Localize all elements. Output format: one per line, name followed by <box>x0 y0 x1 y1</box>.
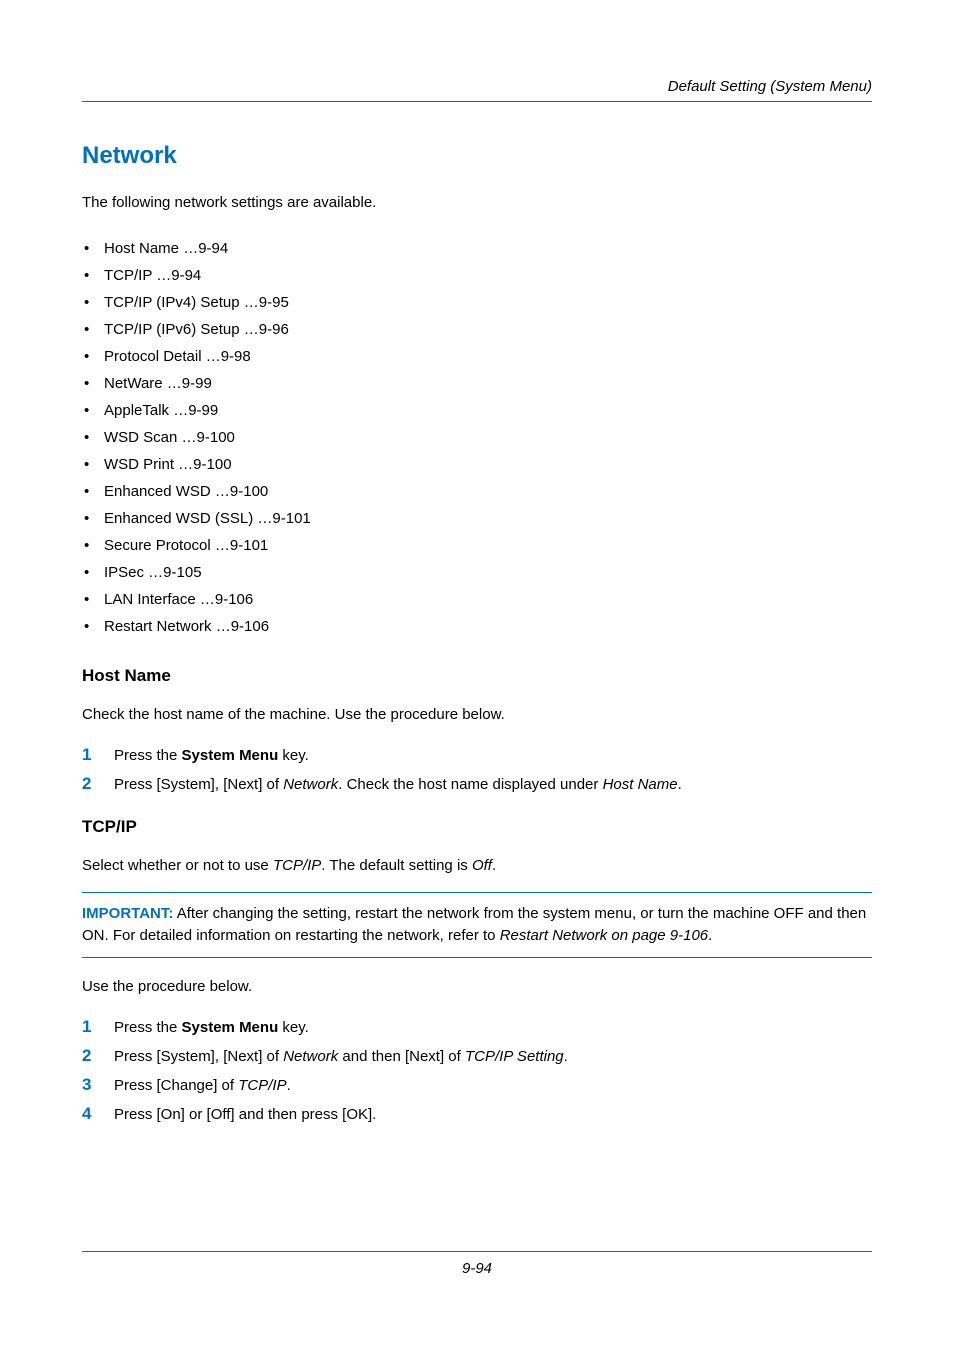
step-text-italic: Network <box>283 1048 338 1065</box>
step-item: 1 Press the System Menu key. <box>82 741 872 770</box>
list-item: IPSec …9-105 <box>82 559 872 586</box>
step-item: 2 Press [System], [Next] of Network. Che… <box>82 770 872 799</box>
list-item: Enhanced WSD (SSL) …9-101 <box>82 505 872 532</box>
step-text-bold: System Menu <box>182 1019 279 1036</box>
subheading-tcpip: TCP/IP <box>82 817 872 837</box>
step-number: 3 <box>82 1073 91 1097</box>
list-item: TCP/IP (IPv4) Setup …9-95 <box>82 289 872 316</box>
subheading-host-name: Host Name <box>82 666 872 686</box>
step-text: Press [Change] of <box>114 1077 238 1094</box>
list-item: WSD Print …9-100 <box>82 451 872 478</box>
step-text: Press the <box>114 747 182 764</box>
page-title: Network <box>82 142 872 170</box>
step-number: 2 <box>82 772 91 796</box>
host-name-steps: 1 Press the System Menu key. 2 Press [Sy… <box>82 741 872 799</box>
note-text: After changing the setting, restart the … <box>82 905 866 944</box>
step-text: Press the <box>114 1019 182 1036</box>
list-item: WSD Scan …9-100 <box>82 424 872 451</box>
step-text-bold: System Menu <box>182 747 279 764</box>
step-text: . <box>287 1077 291 1094</box>
footer-divider <box>82 1251 872 1252</box>
page-footer: 9-94 <box>82 1251 872 1278</box>
step-text: Press [System], [Next] of <box>114 776 283 793</box>
list-item: Secure Protocol …9-101 <box>82 532 872 559</box>
step-text: Press [System], [Next] of <box>114 1048 283 1065</box>
step-text: and then [Next] of <box>338 1048 465 1065</box>
running-header-text: Default Setting (System Menu) <box>668 78 872 95</box>
host-name-desc: Check the host name of the machine. Use … <box>82 704 872 725</box>
step-text: . <box>564 1048 568 1065</box>
note-label: IMPORTANT: <box>82 905 173 922</box>
running-header: Default Setting (System Menu) <box>82 78 872 101</box>
tcpip-desc-text: Select whether or not to use <box>82 857 273 874</box>
step-text: key. <box>278 1019 309 1036</box>
list-item: Host Name …9-94 <box>82 235 872 262</box>
header-divider <box>82 101 872 102</box>
note-link: Restart Network on page 9-106 <box>500 927 708 944</box>
step-text-italic: TCP/IP Setting <box>465 1048 564 1065</box>
step-text: Press [On] or [Off] and then press [OK]. <box>114 1106 376 1123</box>
step-text-italic: Host Name <box>603 776 678 793</box>
list-item: Protocol Detail …9-98 <box>82 343 872 370</box>
tcpip-steps: 1 Press the System Menu key. 2 Press [Sy… <box>82 1013 872 1129</box>
step-text-italic: Network <box>283 776 338 793</box>
list-item: TCP/IP (IPv6) Setup …9-96 <box>82 316 872 343</box>
step-text-italic: TCP/IP <box>238 1077 286 1094</box>
step-number: 4 <box>82 1102 91 1126</box>
note-text: . <box>708 927 712 944</box>
step-item: 3 Press [Change] of TCP/IP. <box>82 1071 872 1100</box>
tcpip-desc: Select whether or not to use TCP/IP. The… <box>82 855 872 876</box>
list-item: AppleTalk …9-99 <box>82 397 872 424</box>
step-text: key. <box>278 747 309 764</box>
settings-list: Host Name …9-94 TCP/IP …9-94 TCP/IP (IPv… <box>82 235 872 640</box>
step-number: 1 <box>82 743 91 767</box>
step-item: 2 Press [System], [Next] of Network and … <box>82 1042 872 1071</box>
tcpip-desc-text: . <box>492 857 496 874</box>
step-text: . <box>678 776 682 793</box>
step-item: 1 Press the System Menu key. <box>82 1013 872 1042</box>
important-note: IMPORTANT: After changing the setting, r… <box>82 892 872 958</box>
list-item: LAN Interface …9-106 <box>82 586 872 613</box>
tcpip-use: Use the procedure below. <box>82 976 872 997</box>
list-item: TCP/IP …9-94 <box>82 262 872 289</box>
page-number: 9-94 <box>462 1260 492 1277</box>
tcpip-desc-italic: TCP/IP <box>273 857 321 874</box>
step-number: 2 <box>82 1044 91 1068</box>
step-item: 4 Press [On] or [Off] and then press [OK… <box>82 1100 872 1129</box>
list-item: NetWare …9-99 <box>82 370 872 397</box>
tcpip-desc-text: . The default setting is <box>321 857 472 874</box>
list-item: Restart Network …9-106 <box>82 613 872 640</box>
step-text: . Check the host name displayed under <box>338 776 602 793</box>
tcpip-desc-italic: Off <box>472 857 492 874</box>
step-number: 1 <box>82 1015 91 1039</box>
list-item: Enhanced WSD …9-100 <box>82 478 872 505</box>
intro-text: The following network settings are avail… <box>82 192 872 213</box>
